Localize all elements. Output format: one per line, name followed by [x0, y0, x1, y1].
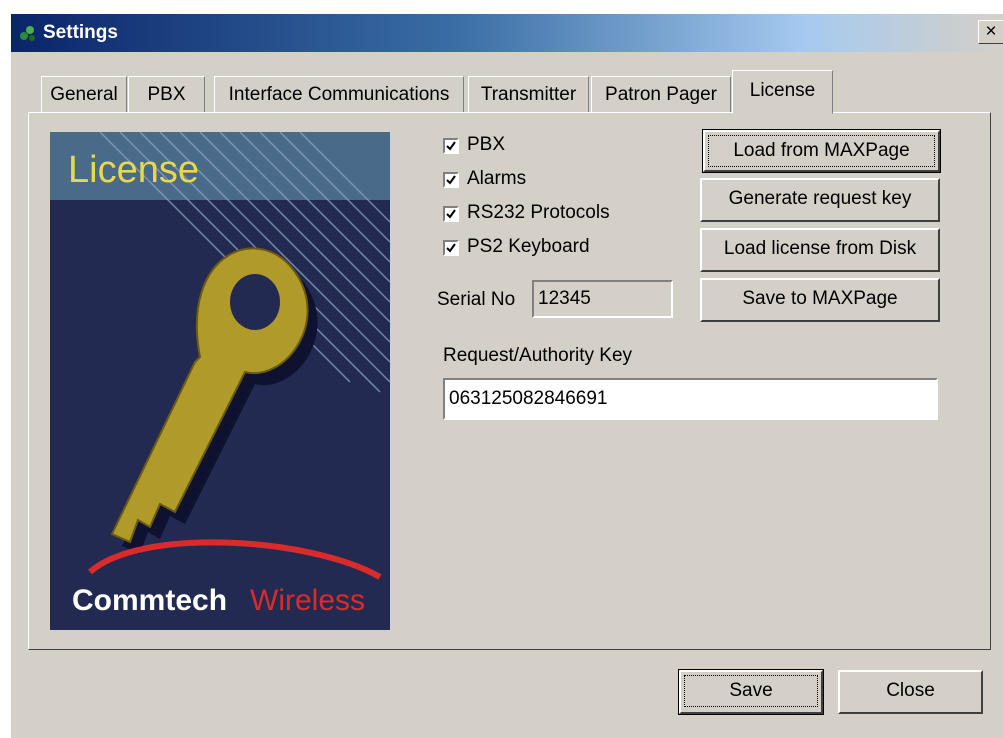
generate-request-key-button[interactable]: Generate request key [700, 178, 940, 222]
license-graphic: License Commtech Wireless [50, 132, 390, 630]
window-title: Settings [43, 22, 118, 43]
app-icon [20, 26, 35, 41]
save-button[interactable]: Save [678, 669, 824, 715]
ps2-keyboard-checkbox[interactable] [443, 240, 459, 256]
close-button[interactable]: Close [838, 670, 983, 714]
save-to-maxpage-label: Save to MAXPage [742, 288, 898, 309]
alarms-checkbox-label[interactable]: Alarms [467, 168, 526, 190]
request-key-label: Request/Authority Key [443, 345, 633, 366]
checkmark-icon [446, 175, 456, 185]
save-to-maxpage-button[interactable]: Save to MAXPage [700, 278, 940, 322]
load-from-maxpage-label: Load from MAXPage [708, 135, 935, 167]
pbx-checkbox[interactable] [443, 138, 459, 154]
tab-interface-communications[interactable]: Interface Communications [214, 76, 464, 113]
checkmark-icon [446, 141, 456, 151]
brand-name-first: Commtech [72, 584, 227, 617]
ps2-keyboard-checkbox-label[interactable]: PS2 Keyboard [467, 236, 590, 258]
rs232-protocols-checkbox-label[interactable]: RS232 Protocols [467, 202, 610, 224]
close-icon[interactable]: × [978, 20, 1003, 44]
serial-no-label: Serial No [437, 289, 516, 310]
load-license-from-disk-label: Load license from Disk [723, 238, 917, 259]
pbx-checkbox-label[interactable]: PBX [467, 134, 505, 156]
close-button-label: Close [886, 680, 935, 701]
tab-transmitter[interactable]: Transmitter [468, 76, 589, 113]
save-button-label: Save [684, 675, 818, 707]
tab-pbx[interactable]: PBX [128, 76, 205, 113]
rs232-protocols-checkbox[interactable] [443, 206, 459, 222]
alarms-checkbox[interactable] [443, 172, 459, 188]
load-from-maxpage-button[interactable]: Load from MAXPage [702, 129, 941, 173]
serial-no-field: 12345 [532, 280, 673, 318]
generate-request-key-label: Generate request key [728, 188, 912, 209]
checkmark-icon [446, 209, 456, 219]
tab-license[interactable]: License [732, 70, 833, 114]
load-license-from-disk-button[interactable]: Load license from Disk [700, 228, 940, 272]
checkmark-icon [446, 243, 456, 253]
title-bar[interactable]: Settings × [11, 14, 1003, 52]
tab-patron-pager[interactable]: Patron Pager [591, 76, 731, 113]
request-key-input[interactable]: 063125082846691 [443, 378, 938, 420]
license-heading: License [68, 149, 199, 191]
tab-general[interactable]: General [41, 76, 127, 113]
brand-name-second: Wireless [250, 584, 365, 617]
